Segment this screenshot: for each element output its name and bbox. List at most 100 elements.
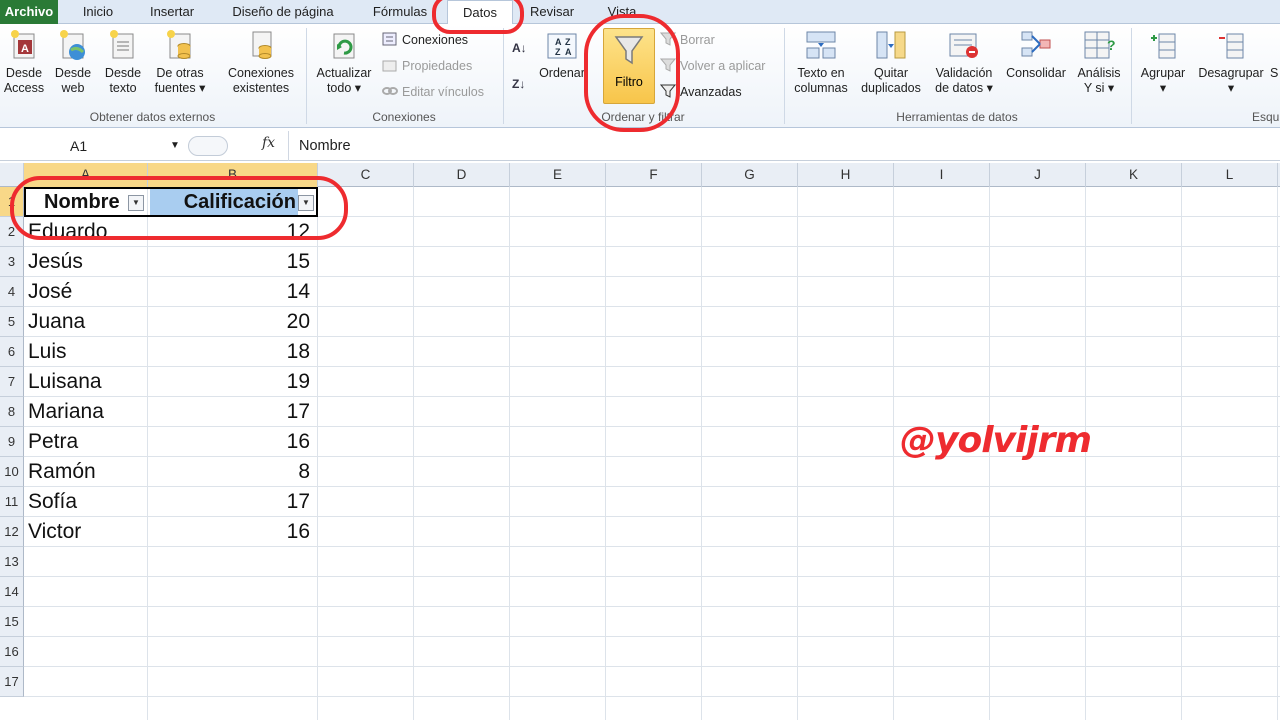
tab-formulas[interactable]: Fórmulas — [360, 0, 440, 24]
desde-access-button[interactable]: A Desde Access — [2, 28, 46, 96]
link-icon — [382, 84, 398, 98]
group-label-conexiones: Conexiones — [372, 110, 436, 124]
connections-icon — [382, 32, 398, 46]
fx-icon[interactable]: fx — [262, 135, 275, 151]
editar-vinculos-button[interactable]: Editar vínculos — [382, 82, 484, 102]
gridline — [1277, 187, 1278, 720]
access-icon: A — [8, 28, 40, 62]
tab-archivo[interactable]: Archivo — [0, 0, 58, 24]
cell-calificacion[interactable]: 15 — [150, 247, 310, 277]
database-icon — [164, 28, 196, 62]
cell-nombre[interactable]: Victor — [28, 517, 146, 547]
cell-nombre[interactable]: Juana — [28, 307, 146, 337]
row-header-11[interactable]: 11 — [0, 487, 24, 517]
row-header-6[interactable]: 6 — [0, 337, 24, 367]
cell-calificacion[interactable]: 16 — [150, 427, 310, 457]
svg-text:Z: Z — [555, 47, 561, 57]
agrupar-button[interactable]: Agrupar ▾ — [1136, 28, 1190, 96]
consolidar-button[interactable]: Consolidar — [1002, 28, 1070, 81]
row-header-14[interactable]: 14 — [0, 577, 24, 607]
gridline — [509, 187, 510, 720]
cell-calificacion[interactable]: 8 — [150, 457, 310, 487]
desagrupar-button[interactable]: Desagrupar ▾ — [1194, 28, 1268, 96]
cell-calificacion[interactable]: 16 — [150, 517, 310, 547]
consolidate-icon — [1020, 28, 1052, 62]
row-header-16[interactable]: 16 — [0, 637, 24, 667]
chevron-down-icon[interactable]: ▼ — [170, 134, 180, 158]
row-header-15[interactable]: 15 — [0, 607, 24, 637]
desde-texto-button[interactable]: Desde texto — [100, 28, 146, 96]
name-box[interactable]: A1 ▼ — [0, 134, 185, 158]
tab-inicio[interactable]: Inicio — [66, 0, 130, 24]
conexiones-existentes-button[interactable]: Conexiones existentes — [222, 28, 300, 96]
group-separator — [1131, 28, 1132, 124]
cell-calificacion[interactable]: 20 — [150, 307, 310, 337]
data-validation-icon — [948, 28, 980, 62]
row-header-9[interactable]: 9 — [0, 427, 24, 457]
quitar-duplicados-button[interactable]: Quitar duplicados — [856, 28, 926, 96]
tab-insertar[interactable]: Insertar — [136, 0, 208, 24]
gridline — [24, 606, 1280, 607]
gridline — [413, 187, 414, 720]
cell-calificacion[interactable]: 17 — [150, 397, 310, 427]
row-header-13[interactable]: 13 — [0, 547, 24, 577]
column-header-g[interactable]: G — [702, 163, 798, 187]
row-header-4[interactable]: 4 — [0, 277, 24, 307]
svg-text:A: A — [565, 47, 572, 57]
formula-bar-expand[interactable] — [188, 136, 228, 156]
tab-diseno-pagina[interactable]: Diseño de página — [218, 0, 348, 24]
validacion-datos-button[interactable]: Validación de datos ▾ — [930, 28, 998, 96]
cell-nombre[interactable]: Ramón — [28, 457, 146, 487]
cell-nombre[interactable]: Luis — [28, 337, 146, 367]
column-header-i[interactable]: I — [894, 163, 990, 187]
sort-az-button[interactable]: A↓ — [512, 38, 527, 62]
desde-web-button[interactable]: Desde web — [50, 28, 96, 96]
row-header-10[interactable]: 10 — [0, 457, 24, 487]
row-header-5[interactable]: 5 — [0, 307, 24, 337]
column-header-l[interactable]: L — [1182, 163, 1278, 187]
ordenar-button[interactable]: AZZA Ordenar — [536, 28, 588, 81]
actualizar-todo-button[interactable]: Actualizar todo ▾ — [312, 28, 376, 96]
analisis-y-si-button[interactable]: ? Análisis Y si ▾ — [1072, 28, 1126, 96]
highlight-oval-header-row — [10, 176, 348, 240]
row-header-7[interactable]: 7 — [0, 367, 24, 397]
cell-calificacion[interactable]: 18 — [150, 337, 310, 367]
group-icon — [1147, 28, 1179, 62]
column-header-h[interactable]: H — [798, 163, 894, 187]
remove-duplicates-icon — [875, 28, 907, 62]
column-header-k[interactable]: K — [1086, 163, 1182, 187]
group-label-herramientas: Herramientas de datos — [896, 110, 1018, 124]
cell-calificacion[interactable]: 17 — [150, 487, 310, 517]
column-header-j[interactable]: J — [990, 163, 1086, 187]
column-header-e[interactable]: E — [510, 163, 606, 187]
row-header-12[interactable]: 12 — [0, 517, 24, 547]
cell-nombre[interactable]: Petra — [28, 427, 146, 457]
gridline — [24, 576, 1280, 577]
sort-az-icon: A↓ — [512, 41, 527, 55]
what-if-icon: ? — [1083, 28, 1116, 62]
cell-calificacion[interactable]: 14 — [150, 277, 310, 307]
cell-nombre[interactable]: Luisana — [28, 367, 146, 397]
sort-za-button[interactable]: Z↓ — [512, 74, 525, 98]
existing-connections-icon — [245, 28, 277, 62]
cell-nombre[interactable]: Jesús — [28, 247, 146, 277]
cell-nombre[interactable]: Mariana — [28, 397, 146, 427]
watermark-handle: @yolvijrm — [900, 420, 1092, 461]
otras-fuentes-button[interactable]: De otras fuentes ▾ — [150, 28, 210, 96]
column-header-d[interactable]: D — [414, 163, 510, 187]
tab-revisar[interactable]: Revisar — [520, 0, 584, 24]
cell-nombre[interactable]: Sofía — [28, 487, 146, 517]
cell-nombre[interactable]: José — [28, 277, 146, 307]
gridline — [1181, 187, 1182, 720]
row-header-8[interactable]: 8 — [0, 397, 24, 427]
subtotal-button[interactable]: S — [1270, 28, 1280, 81]
svg-text:?: ? — [1107, 37, 1115, 53]
web-icon — [57, 28, 89, 62]
row-header-17[interactable]: 17 — [0, 667, 24, 697]
texto-en-columnas-button[interactable]: Texto en columnas — [790, 28, 852, 96]
propiedades-button[interactable]: Propiedades — [382, 56, 472, 76]
column-header-f[interactable]: F — [606, 163, 702, 187]
cell-calificacion[interactable]: 19 — [150, 367, 310, 397]
formula-input[interactable]: Nombre — [288, 131, 1278, 161]
row-header-3[interactable]: 3 — [0, 247, 24, 277]
